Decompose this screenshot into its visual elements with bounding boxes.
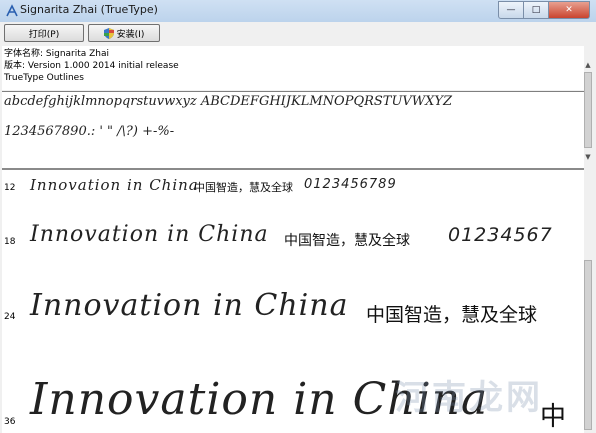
window-title: Signarita Zhai (TrueType) xyxy=(20,3,158,16)
toolbar: 打印(P) 安装(I) xyxy=(0,22,596,44)
sample-script-text: Innovation in China xyxy=(30,222,269,247)
font-name-line: 字体名称: Signarita Zhai xyxy=(4,49,110,59)
scroll-thumb[interactable] xyxy=(584,260,592,430)
sample-digits-text: 01234567 xyxy=(448,224,553,246)
font-app-icon xyxy=(6,4,18,17)
print-button[interactable]: 打印(P) xyxy=(4,24,84,42)
scroll-down-icon[interactable]: ▼ xyxy=(584,152,592,161)
sample-size-label: 12 xyxy=(4,183,16,193)
window-controls: — □ ✕ xyxy=(498,1,590,19)
font-viewer-window: Signarita Zhai (TrueType) — □ ✕ 打印(P) 安装… xyxy=(0,0,596,433)
sample-size-label: 24 xyxy=(4,312,16,322)
minimize-button[interactable]: — xyxy=(498,1,524,19)
scroll-thumb[interactable] xyxy=(584,72,592,148)
sample-cjk-text: 中国智造，慧及全球 xyxy=(284,233,410,249)
font-info-panel: 字体名称: Signarita Zhai 版本: Version 1.000 2… xyxy=(2,46,584,90)
sample-script-text: Innovation in China xyxy=(30,288,349,323)
charset-line-digits: 1234567890.: ' " /\?) +-%- xyxy=(4,124,175,139)
sample-cjk-text: 中 xyxy=(540,402,567,432)
sample-cjk-text: 中国智造，慧及全球 xyxy=(366,304,538,326)
font-outline-line: TrueType Outlines xyxy=(4,73,84,83)
sample-size-label: 18 xyxy=(4,237,16,247)
install-button[interactable]: 安装(I) xyxy=(88,24,160,42)
sample-digits-text: 0123456789 xyxy=(304,177,397,192)
sample-script-text: Innovation in China xyxy=(30,176,199,194)
uac-shield-icon xyxy=(103,27,114,39)
charset-line-letters: abcdefghijklmnopqrstuvwxyz ABCDEFGHIJKLM… xyxy=(4,94,453,109)
vertical-scrollbar[interactable]: ▲ ▼ xyxy=(584,60,592,433)
title-bar[interactable]: Signarita Zhai (TrueType) — □ ✕ xyxy=(0,0,596,23)
sample-cjk-text: 中国智造，慧及全球 xyxy=(194,181,293,194)
watermark-text: 河南龙网 xyxy=(395,378,543,418)
close-button[interactable]: ✕ xyxy=(549,1,590,19)
sample-size-label: 36 xyxy=(4,417,16,427)
maximize-button[interactable]: □ xyxy=(524,1,549,19)
character-set-panel: abcdefghijklmnopqrstuvwxyz ABCDEFGHIJKLM… xyxy=(2,92,584,168)
scroll-up-icon[interactable]: ▲ xyxy=(584,60,592,69)
install-button-label: 安装(I) xyxy=(116,29,145,40)
font-version-line: 版本: Version 1.000 2014 initial release xyxy=(4,61,179,71)
print-button-label: 打印(P) xyxy=(28,29,60,40)
